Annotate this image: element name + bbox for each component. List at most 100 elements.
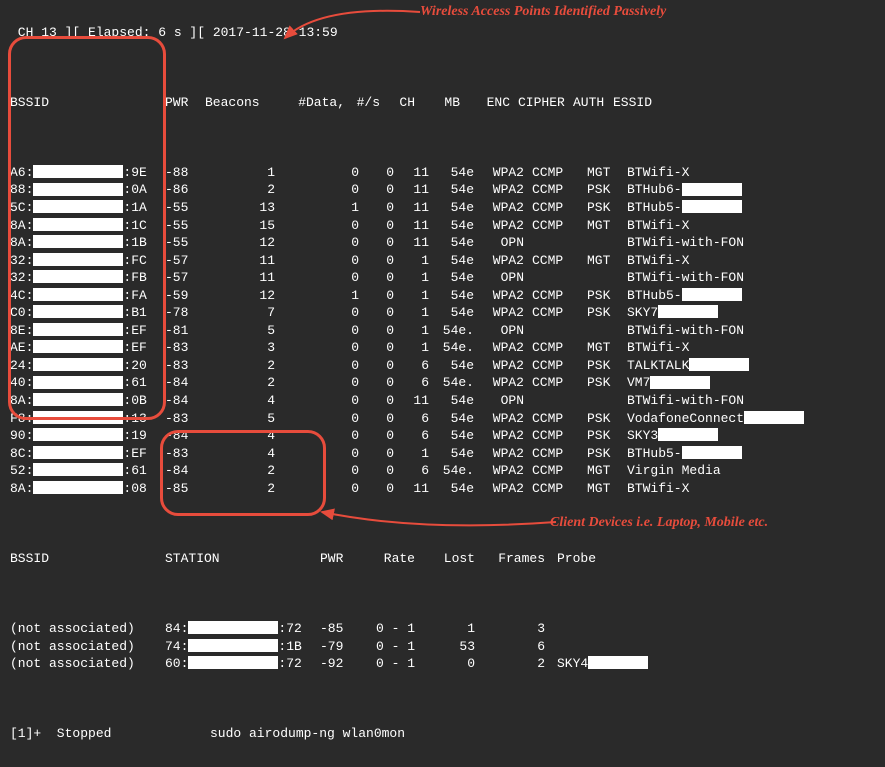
bssid-cell: 8A::1B	[10, 234, 165, 252]
ap-row: 8A::1B-5512001154eOPNBTWifi-with-FON	[10, 234, 875, 252]
essid-cell: BTWifi-with-FON	[627, 269, 744, 287]
cipher-cell: CCMP	[524, 357, 587, 375]
cipher-cell: CCMP	[524, 164, 587, 182]
ap-row: 52::61-84200654e.WPA2CCMPMGTVirgin Media	[10, 462, 875, 480]
hdr-ch: CH	[380, 94, 415, 112]
ps-cell: 0	[359, 480, 394, 498]
hdr-st-probe: Probe	[545, 550, 596, 568]
redacted-mac	[33, 411, 123, 424]
mb-cell: 54e	[429, 392, 474, 410]
enc-cell: WPA2	[474, 410, 524, 428]
essid-cell: BTWifi-with-FON	[627, 392, 744, 410]
cipher-cell	[524, 234, 587, 252]
ap-row: C0::B1-78700154eWPA2CCMPPSKSKY7	[10, 304, 875, 322]
redacted-mac	[33, 235, 123, 248]
pwr-cell: -83	[165, 339, 205, 357]
data-cell: 0	[289, 357, 359, 375]
redacted-essid	[682, 288, 742, 301]
essid-cell: BTWifi-X	[627, 252, 689, 270]
essid-cell: SKY3	[627, 427, 718, 445]
st-bssid-cell: (not associated)	[10, 620, 165, 638]
essid-cell: BTHub5-	[627, 199, 742, 217]
ap-row: 4C::FA-591210154eWPA2CCMPPSKBTHub5-	[10, 287, 875, 305]
data-cell: 0	[289, 410, 359, 428]
ps-cell: 0	[359, 217, 394, 235]
auth-cell: PSK	[587, 304, 627, 322]
mb-cell: 54e	[429, 287, 474, 305]
hdr-beacons: Beacons	[205, 94, 275, 112]
st-lost-cell: 53	[415, 638, 475, 656]
station-row: (not associated)74::1B-790 - 1536	[10, 638, 875, 656]
pwr-cell: -85	[165, 480, 205, 498]
ap-row: 90::19-84400654eWPA2CCMPPSKSKY3	[10, 427, 875, 445]
essid-cell: Virgin Media	[627, 462, 721, 480]
st-frames-cell: 6	[475, 638, 545, 656]
status-line: CH 13 ][ Elapsed: 6 s ][ 2017-11-28 13:5…	[10, 24, 875, 42]
st-probe-cell	[545, 620, 557, 638]
beacons-cell: 12	[205, 234, 289, 252]
station-row: (not associated)84::72-850 - 113	[10, 620, 875, 638]
beacons-cell: 15	[205, 217, 289, 235]
st-frames-cell: 3	[475, 620, 545, 638]
ap-row: AE::EF-83300154e.WPA2CCMPMGTBTWifi-X	[10, 339, 875, 357]
enc-cell: WPA2	[474, 304, 524, 322]
mb-cell: 54e	[429, 217, 474, 235]
redacted-mac	[33, 305, 123, 318]
enc-cell: OPN	[474, 322, 524, 340]
essid-cell: VodafoneConnect	[627, 410, 804, 428]
redacted-mac	[33, 358, 123, 371]
data-cell: 0	[289, 217, 359, 235]
bssid-cell: C0::B1	[10, 304, 165, 322]
ps-cell: 0	[359, 269, 394, 287]
cipher-cell: CCMP	[524, 339, 587, 357]
pwr-cell: -59	[165, 287, 205, 305]
st-pwr-cell: -79	[320, 638, 360, 656]
hdr-mb: MB	[415, 94, 460, 112]
ps-cell: 0	[359, 427, 394, 445]
ap-row: A6::9E-881001154eWPA2CCMPMGTBTWifi-X	[10, 164, 875, 182]
hdr-auth: AUTH	[573, 94, 613, 112]
data-cell: 0	[289, 445, 359, 463]
bssid-cell: 24::20	[10, 357, 165, 375]
essid-cell: SKY7	[627, 304, 718, 322]
auth-cell	[587, 392, 627, 410]
redacted-mac	[33, 428, 123, 441]
bssid-cell: A6::9E	[10, 164, 165, 182]
st-mac-cell: 74::1B	[165, 638, 320, 656]
auth-cell: MGT	[587, 480, 627, 498]
st-rate-cell: 0 - 1	[360, 638, 415, 656]
ch-cell: 6	[394, 462, 429, 480]
pwr-cell: -81	[165, 322, 205, 340]
ap-row: 8C::EF-83400154eWPA2CCMPPSKBTHub5-	[10, 445, 875, 463]
data-cell: 0	[289, 480, 359, 498]
beacons-cell: 11	[205, 252, 289, 270]
beacons-cell: 2	[205, 462, 289, 480]
st-frames-cell: 2	[475, 655, 545, 673]
pwr-cell: -55	[165, 217, 205, 235]
bssid-cell: 88::0A	[10, 181, 165, 199]
cipher-cell: CCMP	[524, 462, 587, 480]
mb-cell: 54e	[429, 181, 474, 199]
auth-cell: PSK	[587, 427, 627, 445]
beacons-cell: 2	[205, 357, 289, 375]
ch-cell: 1	[394, 339, 429, 357]
pwr-cell: -88	[165, 164, 205, 182]
essid-cell: BTHub5-	[627, 445, 742, 463]
ch-cell: 1	[394, 287, 429, 305]
bssid-cell: 8A::0B	[10, 392, 165, 410]
data-cell: 0	[289, 374, 359, 392]
ch-cell: 1	[394, 445, 429, 463]
mb-cell: 54e	[429, 234, 474, 252]
auth-cell: PSK	[587, 181, 627, 199]
essid-cell: BTHub5-	[627, 287, 742, 305]
data-cell: 0	[289, 252, 359, 270]
terminal-output: CH 13 ][ Elapsed: 6 s ][ 2017-11-28 13:5…	[0, 0, 885, 767]
hdr-enc: ENC	[460, 94, 510, 112]
ps-cell: 0	[359, 164, 394, 182]
bssid-cell: 90::19	[10, 427, 165, 445]
beacons-cell: 4	[205, 392, 289, 410]
cipher-cell: CCMP	[524, 252, 587, 270]
pwr-cell: -84	[165, 392, 205, 410]
essid-cell: BTWifi-X	[627, 339, 689, 357]
data-cell: 0	[289, 339, 359, 357]
